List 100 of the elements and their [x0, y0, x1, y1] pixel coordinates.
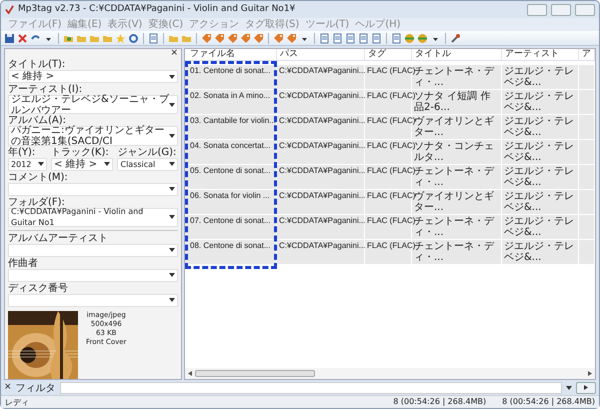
caret-icon — [169, 298, 175, 302]
field-label: コメント(M): — [8, 172, 69, 183]
column-header[interactable]: ア — [579, 49, 595, 60]
cell-text: 04. Sonata concertat... — [190, 141, 270, 150]
column-header[interactable]: タグ — [365, 49, 412, 60]
close-button[interactable]: × — [4, 383, 12, 392]
filter-field[interactable] — [60, 382, 562, 394]
field-label: アルバムアーティスト — [8, 232, 109, 244]
field-label: フォルダ(F): — [8, 196, 65, 208]
cell-text: FLAC (FLAC) — [367, 166, 416, 175]
document-icon[interactable] — [345, 32, 356, 44]
cell-text: FLAC (FLAC) — [367, 216, 416, 225]
combo-box[interactable]: C:¥CDDATA¥Paganini - Violin and Guitar No1 — [8, 208, 178, 227]
field-label: 年(Y): — [8, 146, 36, 158]
field-value: 2012 — [11, 158, 32, 170]
caret-icon — [169, 102, 175, 107]
horizontal-scrollbar[interactable] — [185, 368, 595, 379]
scroll-left-icon — [188, 371, 192, 376]
maximize-button[interactable] — [551, 4, 571, 16]
cell-text: C:¥CDDATA¥Paganini... — [279, 91, 366, 100]
close-button[interactable] — [575, 4, 595, 16]
star-icon[interactable] — [115, 32, 126, 44]
scroll-thumb[interactable] — [195, 370, 315, 377]
field-value: パガニーニ:ヴァイオリンとギターの音楽第1集(SACD/CI — [11, 125, 166, 147]
field-label: ディスク番号 — [8, 282, 69, 294]
tag-icon[interactable] — [201, 32, 212, 44]
document-icon[interactable] — [358, 32, 369, 44]
cell-text: チェントーネ・ディ・... — [414, 241, 494, 263]
close-button[interactable]: × — [170, 49, 178, 58]
cell-text: C:¥CDDATA¥Paganini... — [279, 141, 366, 150]
cell-text: C:¥CDDATA¥Paganini... — [279, 241, 366, 250]
cell-text: FLAC (FLAC) — [367, 116, 416, 125]
minimize-button[interactable] — [527, 4, 547, 16]
cell-text: ソナタ イ短調 作品2-6... — [414, 91, 490, 113]
document-icon[interactable] — [332, 32, 343, 44]
document-icon[interactable] — [319, 32, 330, 44]
caret-icon — [566, 386, 572, 390]
cell-text: ジエルジ・テレベジ&... — [504, 241, 574, 263]
document-icon[interactable] — [148, 32, 159, 44]
combo-box[interactable]: < 維持 > — [8, 70, 178, 83]
cell-text: ジエルジ・テレベジ&... — [504, 141, 574, 163]
cell-text: ジエルジ・テレベジ&... — [504, 116, 574, 138]
tag-icon[interactable] — [253, 32, 264, 44]
close-icon[interactable] — [17, 32, 28, 44]
cell-text: 06. Sonata for violin ... — [190, 191, 270, 200]
cell-text: ジエルジ・テレベジ&... — [504, 66, 574, 88]
field-value: < 維持 > — [11, 71, 56, 82]
app-icon — [5, 5, 14, 14]
field-label: ジャンル(G): — [117, 146, 178, 158]
scroll-right-icon — [588, 371, 592, 376]
field-label: アーティスト(I): — [8, 84, 84, 95]
cell-text: C:¥CDDATA¥Paganini... — [279, 191, 366, 200]
combo-box[interactable]: < 維持 > — [51, 158, 114, 171]
column-header[interactable]: アーティスト — [502, 49, 579, 60]
cell-text: 03. Cantabile for violin... — [190, 116, 276, 125]
cell-text: ジエルジ・テレベジ&... — [504, 166, 574, 188]
combo-box[interactable]: パガニーニ:ヴァイオリンとギターの音楽第1集(SACD/CI — [8, 126, 178, 146]
cell-text: 01. Centone di sonat... — [190, 66, 270, 75]
field-value: < 維持 > — [54, 158, 98, 170]
cell-text: ジエルジ・テレベジ&... — [504, 91, 574, 113]
field-label: 作曲者 — [8, 258, 39, 269]
combo-box[interactable]: 2012 — [8, 158, 48, 171]
field-value: C:¥CDDATA¥Paganini - Violin and Guitar No1 — [11, 206, 144, 228]
field-label: タイトル(T): — [8, 59, 66, 70]
cell-text: 08. Centone di sonat... — [190, 241, 270, 250]
caret-icon — [169, 134, 175, 138]
wrench-icon[interactable] — [450, 32, 461, 44]
cell-text: ジエルジ・テレベジ&... — [504, 191, 574, 213]
save-icon[interactable] — [4, 32, 15, 44]
cell-text: C:¥CDDATA¥Paganini... — [279, 216, 366, 225]
document-icon[interactable] — [371, 32, 382, 44]
cell-text: FLAC (FLAC) — [367, 91, 416, 100]
cell-text: ソナタ・コンチェルタ... — [414, 141, 494, 163]
status-text: レディ — [5, 397, 29, 408]
cell-text: ヴァイオリンとギター... — [414, 116, 494, 138]
caret-icon — [169, 273, 175, 278]
cell-text: チェントーネ・ディ・... — [414, 166, 494, 188]
tag-icon[interactable] — [273, 32, 284, 44]
tag-icon[interactable] — [227, 32, 238, 44]
field-label: トラック(K): — [51, 146, 110, 158]
tag-icon[interactable] — [214, 32, 225, 44]
column-header[interactable]: パス — [277, 49, 365, 60]
cell-text: FLAC (FLAC) — [367, 66, 416, 75]
caret-icon — [38, 162, 44, 166]
column-header[interactable]: ファイル名 — [185, 49, 277, 60]
caret-icon — [169, 215, 175, 220]
status-text: 8 (00:54:26 | 268.4MB) — [393, 397, 486, 407]
combo-box[interactable]: Classical — [117, 158, 178, 171]
play-button[interactable] — [576, 382, 596, 394]
column-header[interactable]: タイトル — [412, 49, 502, 60]
cell-text: FLAC (FLAC) — [367, 141, 416, 150]
document-icon[interactable] — [391, 32, 402, 44]
combo-box[interactable]: ジエルジ・テレベジ&ソーニャ・ブルンバウアー — [8, 95, 178, 114]
tag-icon[interactable] — [240, 32, 251, 44]
cell-text: FLAC (FLAC) — [367, 241, 416, 250]
cell-text: チェントーネ・ディ・... — [414, 216, 494, 238]
field-value: Classical — [120, 158, 156, 170]
cell-text: C:¥CDDATA¥Paganini... — [279, 116, 366, 125]
field-label: アルバム(A): — [8, 115, 66, 126]
window-title: Mp3tag v2.73 - C:¥CDDATA¥Paganini - Violin and Guitar No1¥ — [18, 4, 296, 15]
